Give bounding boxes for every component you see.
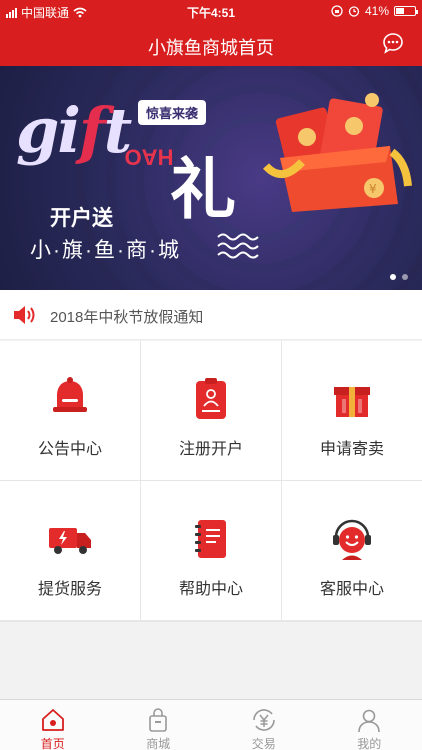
status-bar: 中国联通 下午4:51 41% (0, 0, 422, 22)
grid-item-help[interactable]: 帮助中心 (141, 481, 281, 620)
tab-bar: 首页 商城 交易 我的 (0, 699, 422, 750)
shopping-bag-icon (149, 708, 168, 732)
banner-subtitle: 小·旗·鱼·商·城 (30, 239, 181, 262)
user-icon (358, 709, 381, 733)
tab-label: 首页 (40, 737, 65, 750)
alarm-icon (348, 6, 360, 17)
grid-item-customer-service[interactable]: 客服中心 (282, 481, 422, 620)
tab-label: 我的 (357, 737, 382, 750)
tab-mall[interactable]: 商城 (106, 700, 212, 750)
tab-trade[interactable]: 交易 (211, 700, 317, 750)
carousel-dot-2[interactable] (402, 274, 408, 280)
grid-item-register[interactable]: 注册开户 (141, 341, 281, 480)
orientation-lock-icon (331, 5, 343, 17)
open-account-gift-text: 开户送 (50, 207, 113, 230)
hao-text: HAO (124, 144, 174, 170)
svg-text:¥: ¥ (369, 182, 377, 196)
tab-mine[interactable]: 我的 (317, 700, 422, 750)
battery-icon (394, 6, 418, 16)
grid-item-label: 帮助中心 (178, 581, 243, 598)
tab-label: 商城 (146, 737, 171, 750)
delivery-truck-icon (49, 528, 91, 554)
grid-item-announcements[interactable]: 公告中心 (0, 341, 140, 480)
gift-box-icon (334, 387, 370, 417)
notice-text[interactable]: 2018年中秋节放假通知 (50, 306, 203, 327)
grid-item-consign[interactable]: 申请寄卖 (282, 341, 422, 480)
li-character: 礼 (170, 152, 236, 226)
function-grid: 公告中心 注册开户 申请寄卖 提货服务 帮助中心 客服中心 (0, 341, 422, 622)
notebook-icon (195, 520, 226, 558)
yuan-exchange-icon (252, 709, 275, 731)
grid-item-label: 提货服务 (37, 581, 102, 598)
grid-item-pickup[interactable]: 提货服务 (0, 481, 140, 620)
nav-bar: 小旗鱼商城首页 (0, 22, 422, 66)
wave-decoration (217, 233, 259, 259)
surprise-tag: 惊喜来袭 (138, 100, 207, 125)
tab-label: 交易 (251, 737, 276, 750)
battery-percent: 41% (364, 4, 389, 18)
promo-banner[interactable]: gift 惊喜来袭 HAO 礼 开户送 小·旗·鱼·商·城 ¥ (0, 66, 422, 290)
grid-item-label: 申请寄卖 (319, 441, 384, 458)
gift-word: gift (16, 94, 132, 167)
carousel-dot-1[interactable] (390, 274, 396, 280)
carousel-dots (390, 274, 408, 280)
tab-home[interactable]: 首页 (0, 700, 106, 750)
notice-bar[interactable]: 2018年中秋节放假通知 (0, 290, 422, 340)
home-icon (41, 709, 64, 731)
status-right: 41% (331, 4, 418, 18)
bell-icon (53, 377, 87, 412)
chat-icon[interactable] (382, 32, 404, 54)
grid-item-label: 公告中心 (37, 441, 102, 458)
gift-box-illustration: ¥ (263, 93, 412, 212)
customer-service-icon (333, 519, 371, 560)
page-title: 小旗鱼商城首页 (148, 38, 274, 58)
grid-item-label: 客服中心 (319, 581, 384, 598)
speaker-icon (14, 306, 35, 324)
grid-item-label: 注册开户 (178, 441, 243, 458)
register-card-icon (196, 378, 226, 419)
